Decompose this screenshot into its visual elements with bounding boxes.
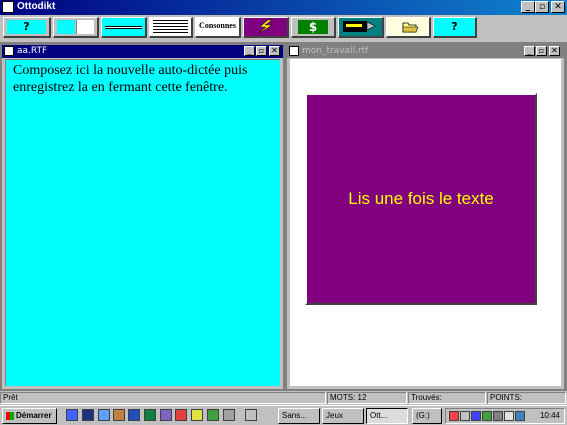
read-text-button[interactable]: Lis une fois le texte xyxy=(305,93,537,305)
help-info-button[interactable]: ? xyxy=(433,17,477,38)
lines-icon xyxy=(153,20,188,34)
tray-icon[interactable] xyxy=(515,411,525,421)
multi-line-button[interactable] xyxy=(149,17,193,38)
outlook-icon[interactable] xyxy=(82,409,94,421)
status-bar: Prêt MOTS: 12 Trouvés: POINTS: xyxy=(0,391,567,404)
points-count: POINTS: xyxy=(487,392,566,404)
app-title: Ottodikt xyxy=(17,1,56,12)
white-swatch-icon xyxy=(76,20,94,34)
task-label: Ott... xyxy=(370,411,388,420)
editor-minimize-button[interactable]: _ xyxy=(244,46,255,56)
excel-icon[interactable] xyxy=(144,409,156,421)
work-maximize-button[interactable]: ▫ xyxy=(536,46,547,56)
editor-window[interactable]: aa.RTF _ ▫ ✕ Composez ici la nouvelle au… xyxy=(1,44,284,390)
app-icon[interactable] xyxy=(175,409,187,421)
cyan-swatch-icon xyxy=(57,20,75,34)
status-text: Prêt xyxy=(0,392,326,404)
work-content-area: Lis une fois le texte xyxy=(290,59,561,386)
drive-button[interactable]: (G:) xyxy=(412,408,442,424)
editor-window-title: aa.RTF xyxy=(17,46,48,56)
start-label: Démarrer xyxy=(16,411,52,420)
desktop-icon[interactable] xyxy=(98,409,110,421)
line-icon xyxy=(105,26,142,29)
work-close-button[interactable]: ✕ xyxy=(549,46,560,56)
dollar-icon: $ xyxy=(298,20,328,34)
app-icon[interactable] xyxy=(191,409,203,421)
work-window-title-bar[interactable]: mon_travail.rtf _ ▫ ✕ xyxy=(287,45,564,58)
app-icon[interactable] xyxy=(207,409,219,421)
work-window[interactable]: mon_travail.rtf _ ▫ ✕ Lis une fois le te… xyxy=(286,44,565,390)
color-block-button[interactable] xyxy=(53,17,99,38)
consonnes-label: Consonnes xyxy=(199,21,236,30)
task-label: Sans... xyxy=(282,411,307,420)
editor-close-button[interactable]: ✕ xyxy=(269,46,280,56)
start-button[interactable]: Démarrer xyxy=(2,408,57,424)
task-label: Jeux xyxy=(326,411,343,420)
task-button-ottodikt[interactable]: Ott... xyxy=(366,408,408,424)
tray-icon[interactable] xyxy=(471,411,481,421)
app-icon[interactable] xyxy=(223,409,235,421)
lightning-icon xyxy=(257,19,273,35)
clock[interactable]: 10:44 xyxy=(540,411,560,420)
folder-icon xyxy=(402,22,419,33)
editor-window-title-bar[interactable]: aa.RTF _ ▫ ✕ xyxy=(2,45,283,58)
read-text-label: Lis une fois le texte xyxy=(348,189,494,208)
work-window-title: mon_travail.rtf xyxy=(302,46,369,56)
work-minimize-button[interactable]: _ xyxy=(524,46,535,56)
open-file-button[interactable] xyxy=(386,17,431,38)
app-icon xyxy=(2,1,14,13)
edit-button[interactable] xyxy=(338,17,384,38)
windows-logo-icon xyxy=(6,411,14,420)
tray-icon[interactable] xyxy=(482,411,492,421)
score-button[interactable]: $ xyxy=(291,17,336,38)
document-icon xyxy=(4,46,14,56)
single-line-button[interactable] xyxy=(101,17,147,38)
editor-text-area[interactable]: Composez ici la nouvelle auto-dictée pui… xyxy=(5,59,280,386)
tray-icon[interactable] xyxy=(449,411,459,421)
lightning-button[interactable] xyxy=(243,17,289,38)
show-desktop-icon[interactable] xyxy=(245,409,257,421)
document-icon xyxy=(289,46,299,56)
drive-label: (G:) xyxy=(416,411,430,420)
tray-icon[interactable] xyxy=(460,411,470,421)
app-title-bar[interactable]: Ottodikt _ ▫ ✕ xyxy=(0,0,567,15)
minimize-button[interactable]: _ xyxy=(521,1,535,13)
task-button-sans[interactable]: Sans... xyxy=(278,408,320,424)
question-icon: ? xyxy=(451,20,458,33)
word-icon[interactable] xyxy=(128,409,140,421)
editor-body-text: Composez ici la nouvelle auto-dictée pui… xyxy=(13,63,248,95)
question-icon: ? xyxy=(7,20,46,34)
tray-icon[interactable] xyxy=(493,411,503,421)
speaker-icon[interactable] xyxy=(504,411,514,421)
taskbar: Démarrer Sans... Jeux Ott... (G:) 10:44 xyxy=(0,405,567,425)
word-count: MOTS: 12 xyxy=(327,392,407,404)
toolbar: ? Consonnes $ ? xyxy=(0,15,567,42)
explorer-icon[interactable] xyxy=(113,409,125,421)
help-button[interactable]: ? xyxy=(3,17,51,38)
task-button-jeux[interactable]: Jeux xyxy=(322,408,364,424)
editor-maximize-button[interactable]: ▫ xyxy=(256,46,267,56)
pen-icon xyxy=(343,21,376,32)
system-tray: 10:44 xyxy=(445,408,565,424)
close-button[interactable]: ✕ xyxy=(551,1,565,13)
consonnes-button[interactable]: Consonnes xyxy=(195,17,241,38)
ie-icon[interactable] xyxy=(66,409,78,421)
found-count: Trouvés: xyxy=(408,392,486,404)
maximize-button[interactable]: ▫ xyxy=(535,1,549,13)
paint-icon[interactable] xyxy=(160,409,172,421)
